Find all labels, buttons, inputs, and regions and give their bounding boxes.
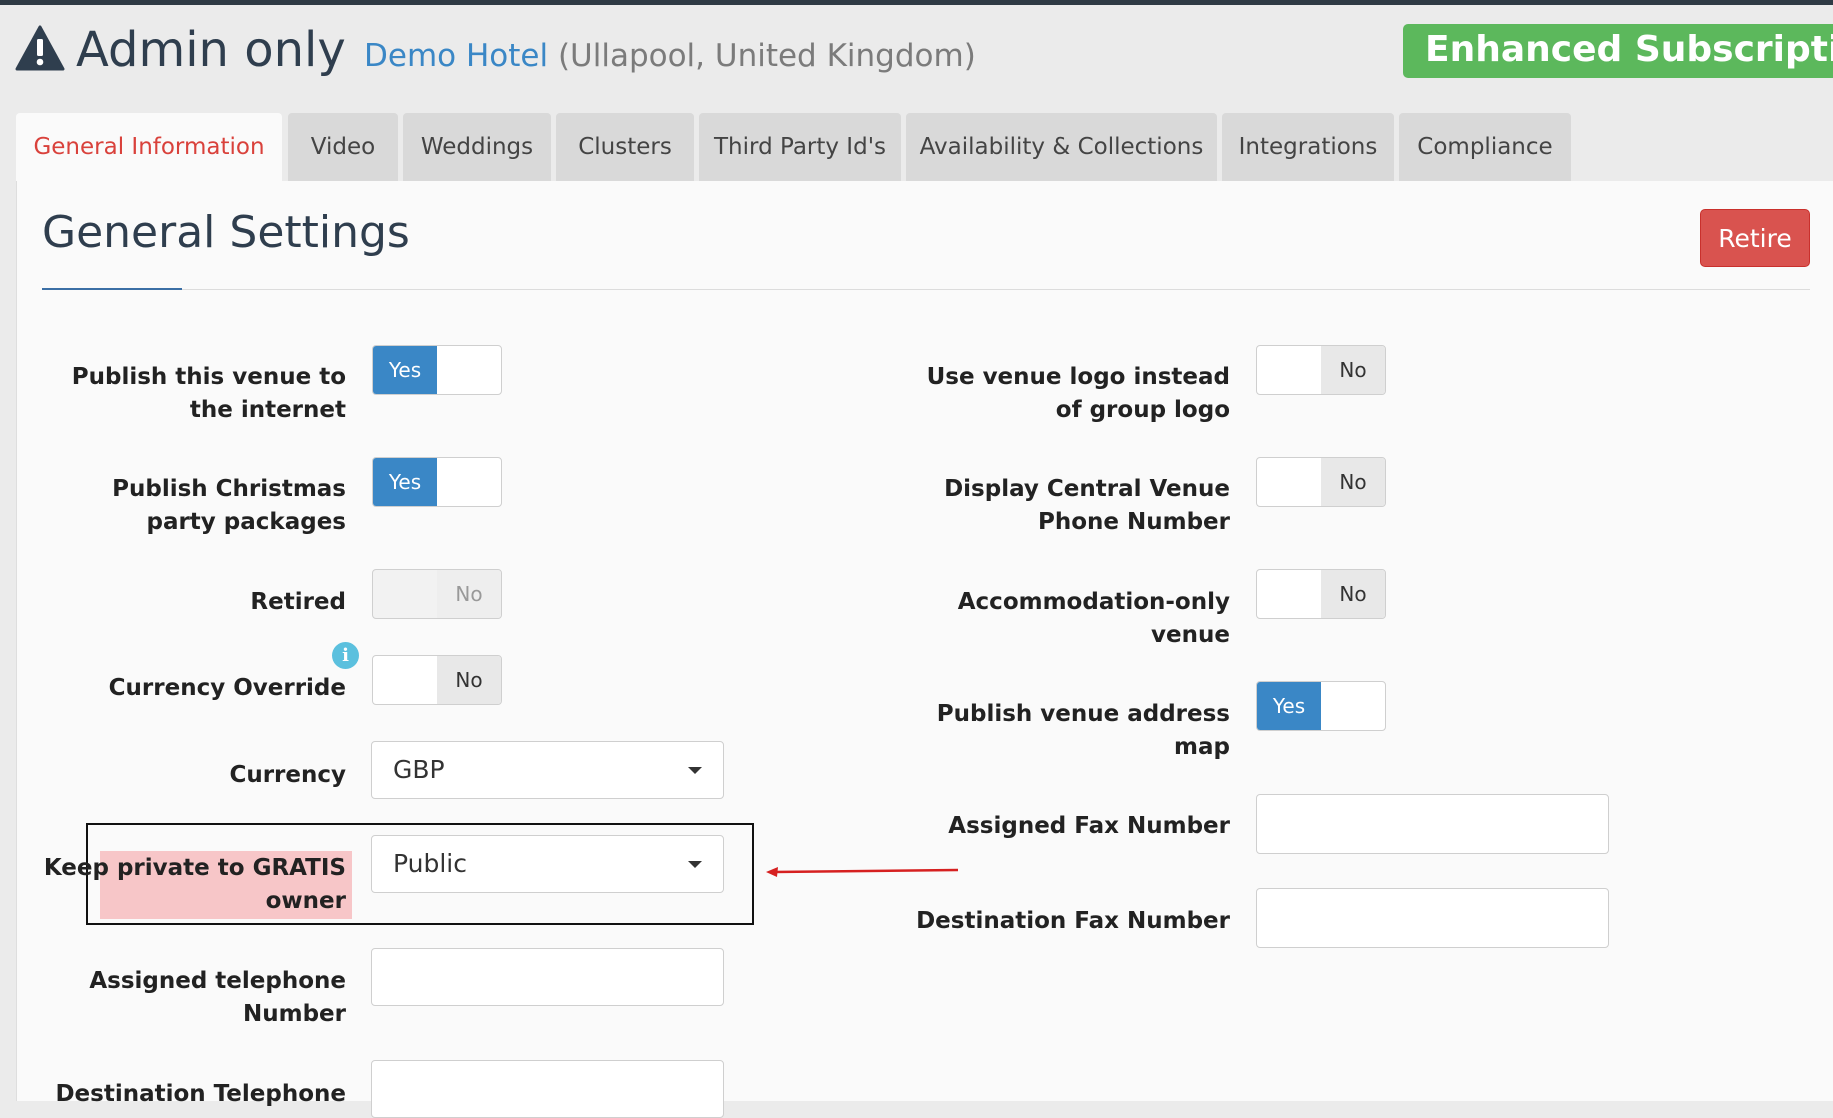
chevron-down-icon [688, 861, 702, 868]
venue-location: (Ullapool, United Kingdom) [557, 38, 976, 74]
retire-button[interactable]: Retire [1700, 209, 1810, 267]
publish-internet-toggle[interactable]: Yes [372, 345, 502, 395]
destination-telephone-input[interactable] [371, 1060, 724, 1118]
toggle-state: Yes [373, 346, 437, 394]
tab-integrations[interactable]: Integrations [1222, 113, 1394, 181]
publish-address-map-label: Publish venue address map [936, 701, 1230, 760]
venue-heading: Demo Hotel (Ullapool, United Kingdom) [364, 34, 976, 78]
subscription-badge: Enhanced Subscription [1403, 24, 1833, 78]
currency-label: Currency [229, 762, 346, 788]
use-venue-logo-label: Use venue logo instead of group logo [926, 364, 1230, 423]
assigned-fax-input[interactable] [1256, 794, 1609, 854]
accommodation-only-label: Accommodation-only venue [957, 589, 1230, 648]
assigned-fax-label: Assigned Fax Number [948, 813, 1230, 839]
top-bar [0, 0, 1833, 5]
keep-private-value: Public [393, 849, 467, 878]
venue-name-link[interactable]: Demo Hotel [364, 38, 548, 74]
title-accent-divider [42, 288, 182, 290]
keep-private-label: Keep private to GRATIS owner [43, 855, 346, 914]
retired-label: Retired [250, 589, 346, 615]
tab-third-party-ids[interactable]: Third Party Id's [699, 113, 901, 181]
title-divider [42, 289, 1810, 290]
tab-video[interactable]: Video [288, 113, 398, 181]
publish-address-map-toggle[interactable]: Yes [1256, 681, 1386, 731]
display-central-phone-toggle[interactable]: No [1256, 457, 1386, 507]
destination-telephone-label: Destination Telephone [55, 1081, 346, 1107]
toggle-state: No [1321, 570, 1385, 618]
publish-internet-label: Publish this venue to the internet [71, 364, 346, 423]
destination-fax-label: Destination Fax Number [916, 908, 1230, 934]
keep-private-select[interactable]: Public [371, 835, 724, 893]
accommodation-only-toggle[interactable]: No [1256, 569, 1386, 619]
tab-weddings[interactable]: Weddings [403, 113, 551, 181]
publish-christmas-toggle[interactable]: Yes [372, 457, 502, 507]
display-central-phone-label: Display Central Venue Phone Number [944, 476, 1230, 535]
warning-triangle-icon [15, 25, 65, 71]
destination-fax-input[interactable] [1256, 888, 1609, 948]
tab-clusters[interactable]: Clusters [556, 113, 694, 181]
info-icon[interactable]: i [332, 642, 359, 669]
chevron-down-icon [688, 767, 702, 774]
currency-override-label: Currency Override [108, 675, 346, 701]
currency-override-toggle[interactable]: No [372, 655, 502, 705]
section-title: General Settings [42, 207, 410, 258]
tab-compliance[interactable]: Compliance [1399, 113, 1571, 181]
toggle-state: No [1321, 346, 1385, 394]
currency-select[interactable]: GBP [371, 741, 724, 799]
use-venue-logo-toggle[interactable]: No [1256, 345, 1386, 395]
tab-general-information[interactable]: General Information [16, 113, 282, 183]
assigned-telephone-label: Assigned telephone Number [89, 968, 346, 1027]
annotation-arrow [766, 867, 959, 877]
retired-toggle: No [372, 569, 502, 619]
admin-only-title: Admin only [76, 22, 346, 78]
publish-christmas-label: Publish Christmas party packages [112, 476, 346, 535]
toggle-state: No [1321, 458, 1385, 506]
tab-availability-collections[interactable]: Availability & Collections [906, 113, 1217, 181]
toggle-state: Yes [1257, 682, 1321, 730]
toggle-state: No [437, 570, 501, 618]
currency-value: GBP [393, 755, 445, 784]
toggle-state: Yes [373, 458, 437, 506]
assigned-telephone-input[interactable] [371, 948, 724, 1006]
toggle-state: No [437, 656, 501, 704]
